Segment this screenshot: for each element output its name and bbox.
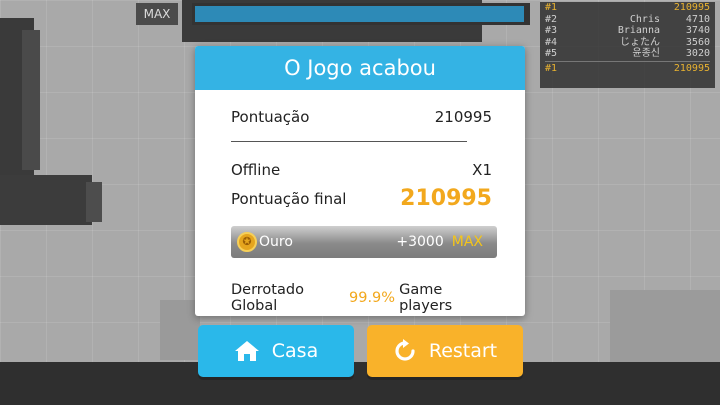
leaderboard-my-row: #1 210995 [540,63,715,75]
leaderboard-row: #1 210995 [540,2,715,14]
gold-reward-bar: ✪ Ouro +3000 MAX [231,226,497,258]
home-button-label: Casa [271,340,319,362]
final-score-row: Pontuação final 210995 [231,186,492,211]
leaderboard-score: 4710 [685,13,710,25]
global-rank-row: Derrotado Global 99.9% Game players [231,282,492,314]
leaderboard-score: 210995 [673,2,710,13]
leaderboard-rank: #2 [545,13,558,25]
final-score-value: 210995 [400,186,492,211]
max-level-tag: MAX [136,3,178,25]
score-label: Pontuação [231,108,310,126]
score-value: 210995 [434,108,492,126]
leaderboard-row: #3 Brianna 3740 [540,25,715,37]
obstacle-block [610,290,720,362]
leaderboard-rank: #5 [545,48,558,60]
leaderboard-score: 210995 [673,62,710,74]
leaderboard-rank: #1 [545,62,558,74]
leaderboard-rank: #3 [545,25,558,37]
leaderboard: #1 210995 #2 Chris 4710 #3 Brianna 3740 #4 じょたん 35… [540,2,715,88]
leaderboard-score: 3740 [685,25,710,37]
global-prefix: Derrotado Global [231,282,304,314]
dialog-divider [231,141,467,142]
progress-bar-fill [195,6,524,22]
global-suffix: Game players [399,282,453,314]
restart-button-label: Restart [428,340,498,362]
leaderboard-name [569,2,670,14]
obstacle-block-side [22,30,40,170]
gold-amount: +3000 [396,234,444,250]
gold-label: Ouro [259,234,293,250]
leaderboard-score: 3020 [685,48,710,60]
restart-icon [395,339,415,361]
leaderboard-rank: #1 [545,2,558,13]
leaderboard-rank: #4 [545,36,558,48]
leaderboard-row: #4 じょたん 3560 [540,37,715,49]
gold-max-badge: MAX [451,234,483,250]
leaderboard-name: じょたん [620,36,660,48]
leaderboard-name [569,63,670,75]
progress-bar [192,3,530,25]
home-button[interactable]: Casa [198,325,354,377]
score-row: Pontuação 210995 [231,108,492,126]
leaderboard-row: #5 윤종신 3020 [540,48,715,60]
arena-edge [0,362,720,405]
final-score-label: Pontuação final [231,189,347,208]
home-icon [234,341,259,361]
dialog-title: O Jogo acabou [195,46,525,90]
offline-multiplier: X1 [472,161,492,179]
leaderboard-name: Chris [629,13,660,25]
obstacle-block-side [86,182,102,222]
leaderboard-score: 3560 [685,36,710,48]
leaderboard-divider [545,60,710,62]
leaderboard-row: #2 Chris 4710 [540,14,715,26]
leaderboard-name: Brianna [617,25,660,37]
offline-label: Offline [231,161,281,179]
global-percent: 99.9% [349,290,396,306]
obstacle-block [160,300,200,360]
game-over-dialog: O Jogo acabou Pontuação 210995 Offline X… [195,46,525,316]
coin-icon: ✪ [237,232,257,252]
restart-button[interactable]: Restart [367,325,523,377]
obstacle-block [0,175,92,225]
leaderboard-name: 윤종신 [632,48,660,60]
offline-row: Offline X1 [231,161,492,179]
